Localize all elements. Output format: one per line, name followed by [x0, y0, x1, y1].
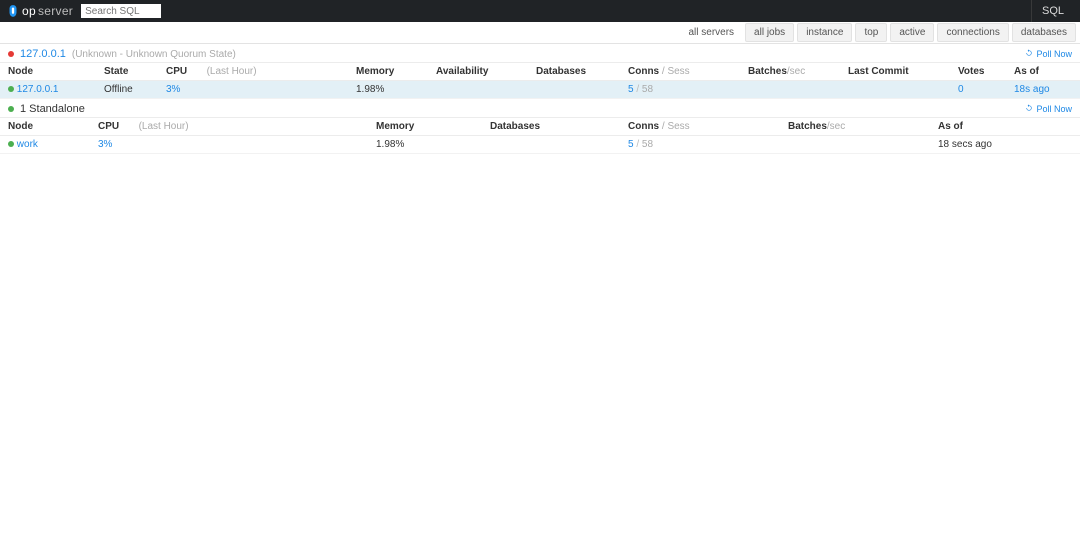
tab-databases[interactable]: databases: [1012, 23, 1076, 42]
col-votes: Votes: [950, 63, 1006, 81]
tab-instance[interactable]: instance: [797, 23, 852, 42]
cell-conns: 5 / 58: [620, 136, 780, 154]
status-dot-icon: [8, 86, 14, 92]
table-row[interactable]: work 3% 1.98% 5 / 58 18 secs ago: [0, 136, 1080, 154]
col-cpu: CPU (Last Hour): [90, 118, 368, 136]
search-input[interactable]: [81, 4, 161, 18]
cell-memory: 1.98%: [348, 81, 428, 99]
group-127-table: Node State CPU (Last Hour) Memory Availa…: [0, 62, 1080, 99]
group-title: 1 Standalone: [20, 103, 85, 115]
status-dot-icon: [8, 106, 14, 112]
group-standalone-header: 1 Standalone Poll Now: [0, 99, 1080, 117]
cell-last-commit: [840, 81, 950, 99]
node-link[interactable]: work: [17, 139, 38, 150]
topbar: opserver SQL: [0, 0, 1080, 22]
poll-now-label: Poll Now: [1036, 104, 1072, 114]
tabstrip: all servers all jobs instance top active…: [0, 22, 1080, 44]
col-last-commit: Last Commit: [840, 63, 950, 81]
group-127-header: 127.0.0.1 (Unknown - Unknown Quorum Stat…: [0, 44, 1080, 62]
cell-databases: [528, 81, 620, 99]
refresh-icon: [1025, 104, 1033, 114]
poll-now-label: Poll Now: [1036, 49, 1072, 59]
group-title-note: (Unknown - Unknown Quorum State): [72, 49, 236, 60]
logo-text-server: server: [38, 4, 73, 18]
table-header-row: Node State CPU (Last Hour) Memory Availa…: [0, 63, 1080, 81]
tab-top[interactable]: top: [855, 23, 887, 42]
poll-now-link[interactable]: Poll Now: [1025, 104, 1072, 114]
col-conns: Conns / Sess: [620, 118, 780, 136]
col-state: State: [96, 63, 158, 81]
logo-text-op: op: [22, 4, 36, 18]
table-header-row: Node CPU (Last Hour) Memory Databases Co…: [0, 118, 1080, 136]
col-asof: As of: [930, 118, 1080, 136]
tab-all-jobs[interactable]: all jobs: [745, 23, 794, 42]
cell-conns: 5 / 58: [620, 81, 740, 99]
cell-asof: 18s ago: [1006, 81, 1080, 99]
cell-cpu: 3%: [158, 81, 348, 99]
group-title-link[interactable]: 127.0.0.1: [20, 48, 66, 60]
col-cpu: CPU (Last Hour): [158, 63, 348, 81]
col-batches: Batches/sec: [740, 63, 840, 81]
col-databases: Databases: [482, 118, 620, 136]
cell-asof: 18 secs ago: [930, 136, 1080, 154]
cell-cpu: 3%: [90, 136, 368, 154]
col-node: Node: [0, 118, 90, 136]
col-availability: Availability: [428, 63, 528, 81]
col-node: Node: [0, 63, 96, 81]
cell-state: Offline: [96, 81, 158, 99]
group-standalone: 1 Standalone Poll Now Node CPU (Last Hou…: [0, 99, 1080, 154]
tab-all-servers[interactable]: all servers: [680, 24, 742, 41]
poll-now-link[interactable]: Poll Now: [1025, 49, 1072, 59]
cell-memory: 1.98%: [368, 136, 482, 154]
status-dot-icon: [8, 51, 14, 57]
cell-batches: [780, 136, 930, 154]
node-link[interactable]: 127.0.0.1: [17, 84, 59, 95]
col-batches: Batches/sec: [780, 118, 930, 136]
app-logo[interactable]: opserver: [6, 4, 73, 18]
col-asof: As of: [1006, 63, 1080, 81]
tab-active[interactable]: active: [890, 23, 934, 42]
group-127: 127.0.0.1 (Unknown - Unknown Quorum Stat…: [0, 44, 1080, 99]
cell-batches: [740, 81, 840, 99]
cell-votes: 0: [950, 81, 1006, 99]
top-tab-sql[interactable]: SQL: [1031, 0, 1074, 22]
col-memory: Memory: [348, 63, 428, 81]
col-conns: Conns / Sess: [620, 63, 740, 81]
col-databases: Databases: [528, 63, 620, 81]
col-memory: Memory: [368, 118, 482, 136]
tab-connections[interactable]: connections: [937, 23, 1008, 42]
group-standalone-table: Node CPU (Last Hour) Memory Databases Co…: [0, 117, 1080, 154]
cell-databases: [482, 136, 620, 154]
logo-icon: [6, 4, 20, 18]
status-dot-icon: [8, 141, 14, 147]
table-row[interactable]: 127.0.0.1 Offline 3% 1.98% 5 / 58 0 18s …: [0, 81, 1080, 99]
refresh-icon: [1025, 49, 1033, 59]
cell-availability: [428, 81, 528, 99]
